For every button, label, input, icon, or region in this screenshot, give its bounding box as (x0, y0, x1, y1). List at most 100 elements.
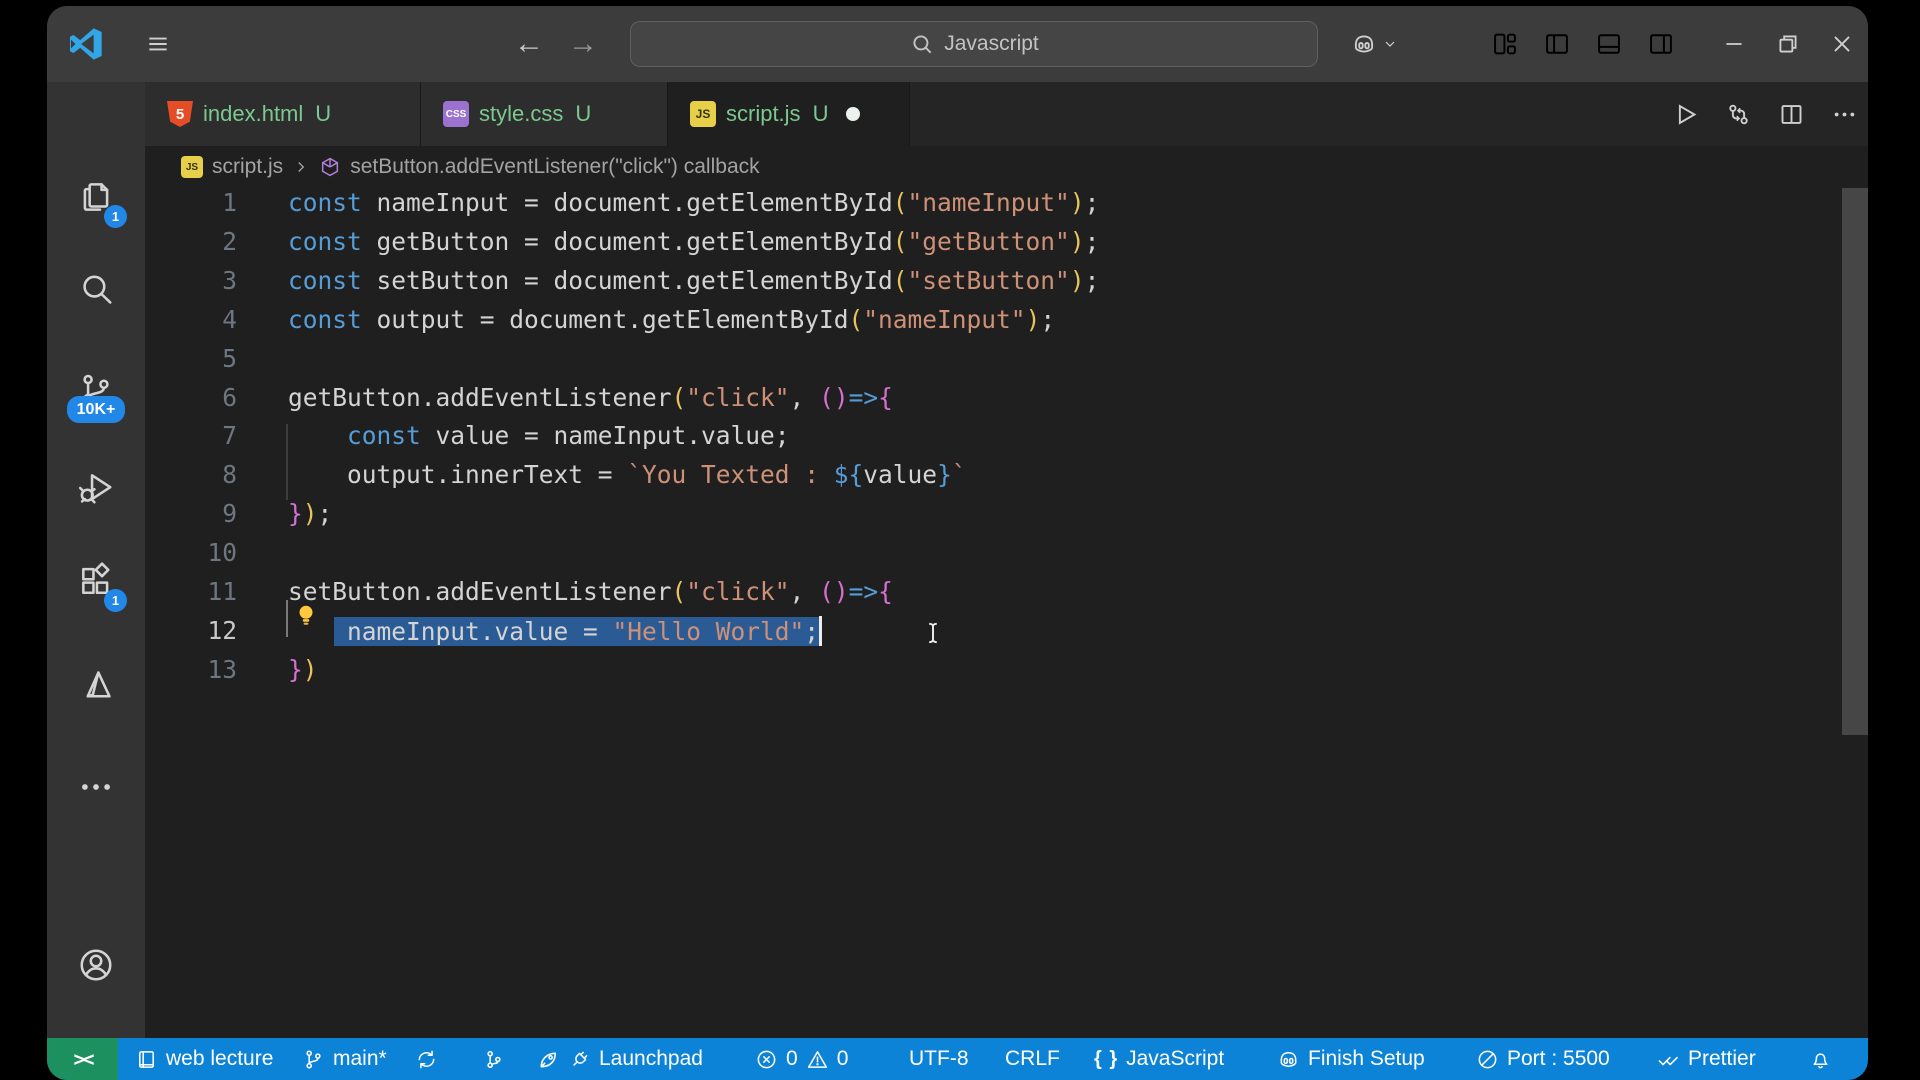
run-file-icon[interactable] (1672, 101, 1699, 128)
code-line[interactable]: 2 const getButton = document.getElementBy… (145, 227, 1868, 266)
activity-explorer[interactable]: 1 (47, 164, 145, 230)
status-notifications[interactable] (1809, 1038, 1832, 1080)
tab-label: style.css (479, 101, 564, 126)
toggle-primary-sidebar-icon[interactable] (1543, 30, 1571, 58)
open-changes-icon[interactable] (1725, 101, 1752, 128)
line-number[interactable]: 11 (145, 577, 237, 606)
line-number[interactable]: 4 (145, 305, 237, 334)
chevron-right-icon (298, 162, 305, 172)
js-file-icon: JS (181, 156, 203, 178)
status-label: JavaScript (1126, 1047, 1225, 1070)
circle-slash-icon (1476, 1048, 1499, 1071)
line-number[interactable]: 5 (145, 344, 237, 373)
split-editor-icon[interactable] (1778, 101, 1805, 128)
status-launchpad[interactable]: Launchpad (537, 1038, 703, 1080)
breadcrumb-file[interactable]: script.js (212, 155, 283, 179)
activity-run-and-debug[interactable] (47, 455, 145, 521)
command-center-search[interactable]: Javascript (630, 21, 1318, 67)
git-status-badge: U (812, 101, 829, 126)
vscode-window: ← → Javascript 110K+1⚙ 5index.htmlUCSSst… (47, 6, 1868, 1080)
title-bar: ← → Javascript (47, 6, 1868, 82)
code-text: getButton.addEventListener("click", ()=>… (288, 382, 893, 412)
status-prettier[interactable]: Prettier (1657, 1038, 1756, 1080)
line-number[interactable]: 6 (145, 383, 237, 412)
tab-style.css[interactable]: CSS style.css U (421, 82, 668, 146)
graph-icon (482, 1048, 505, 1071)
tab-strip: 5 index.html U CSS style.css U JS script.js U (145, 82, 1868, 146)
git-status-badge: U (315, 101, 332, 126)
code-line[interactable]: 7 const value = nameInput.value; (145, 421, 1868, 460)
html-file-icon: 5 (167, 101, 193, 127)
tab-index.html[interactable]: 5 index.html U (145, 82, 421, 146)
restore-button[interactable] (1767, 6, 1809, 82)
code-line[interactable]: 6 getButton.addEventListener("click", ()=… (145, 383, 1868, 422)
scrollbar-thumb[interactable] (1842, 188, 1868, 735)
line-number[interactable]: 2 (145, 227, 237, 256)
line-number[interactable]: 12 (145, 616, 237, 645)
code-text: output.innerText = `You Texted : ${value… (288, 460, 967, 490)
status-label: Launchpad (599, 1047, 703, 1070)
editor-actions (1672, 82, 1858, 146)
unsaved-dot[interactable] (846, 107, 861, 121)
status-encoding[interactable]: UTF-8 (909, 1038, 969, 1080)
lightbulb-icon[interactable] (293, 602, 319, 630)
line-number[interactable]: 10 (145, 538, 237, 567)
code-line[interactable]: 1 const nameInput = document.getElementBy… (145, 188, 1868, 227)
remote-indicator[interactable]: >< (47, 1038, 118, 1080)
code-line[interactable]: 10 (145, 538, 1868, 577)
scrollbar[interactable] (1842, 188, 1868, 1038)
status-copilot-setup[interactable]: Finish Setup (1277, 1038, 1425, 1080)
code-line[interactable]: 4 const output = document.getElementById(… (145, 305, 1868, 344)
close-button[interactable] (1821, 6, 1863, 82)
line-number[interactable]: 1 (145, 188, 237, 217)
activity-accounts[interactable] (47, 932, 145, 998)
toggle-secondary-sidebar-icon[interactable] (1647, 30, 1675, 58)
status-label: Port : 5500 (1507, 1047, 1610, 1070)
status-live-port[interactable]: Port : 5500 (1476, 1038, 1610, 1080)
status-language[interactable]: { } JavaScript (1094, 1038, 1224, 1080)
activity-prism-extension[interactable] (47, 653, 145, 719)
status-workspace[interactable]: web lecture (135, 1038, 273, 1080)
code-line[interactable]: 11 setButton.addEventListener("click", ()… (145, 577, 1868, 616)
toggle-panel-icon[interactable] (1595, 30, 1623, 58)
customize-layout-icon[interactable] (1491, 30, 1519, 58)
activity-source-control[interactable]: 10K+ (47, 356, 145, 423)
menu-icon[interactable] (135, 6, 181, 82)
js-file-icon: JS (690, 101, 716, 127)
line-number[interactable]: 3 (145, 266, 237, 295)
status-eol[interactable]: CRLF (1005, 1038, 1060, 1080)
code-line[interactable]: 3 const setButton = document.getElementBy… (145, 266, 1868, 305)
line-number[interactable]: 13 (145, 655, 237, 684)
line-number[interactable]: 8 (145, 460, 237, 489)
breadcrumb-symbol[interactable]: setButton.addEventListener("click") call… (350, 155, 759, 179)
activity-extensions[interactable]: 1 (47, 548, 145, 614)
activity-search[interactable] (47, 256, 145, 322)
more-icon (77, 768, 115, 806)
line-number[interactable]: 7 (145, 421, 237, 450)
code-line[interactable]: 5 (145, 344, 1868, 383)
forward-arrow-icon[interactable]: → (563, 6, 603, 82)
back-arrow-icon[interactable]: ← (509, 6, 549, 82)
activity-additional-views[interactable] (47, 754, 145, 820)
code-text: const output = document.getElementById("… (288, 304, 1056, 334)
code-line[interactable]: 8 output.innerText = `You Texted : ${val… (145, 460, 1868, 499)
warning-icon (806, 1048, 829, 1071)
status-problems[interactable]: 00 (755, 1038, 848, 1080)
status-bar: >< web lecture main* Launchpad 0 0 UTF-8 CRLF {… (47, 1038, 1868, 1080)
status-branch[interactable]: main* (302, 1038, 387, 1080)
code-line[interactable]: 12 nameInput.value = "Hello World"; (145, 615, 1868, 655)
code-line[interactable]: 13}) (145, 655, 1868, 694)
copilot-menu[interactable] (1343, 6, 1405, 82)
search-value: Javascript (944, 32, 1039, 55)
code-line[interactable]: 9}); (145, 499, 1868, 538)
tab-script.js[interactable]: JS script.js U (668, 82, 910, 146)
more-actions-icon[interactable] (1831, 101, 1858, 128)
debug-icon (77, 469, 115, 507)
text-selection: nameInput.value = "Hello World"; (334, 615, 823, 646)
minimize-button[interactable] (1713, 6, 1755, 82)
line-number[interactable]: 9 (145, 499, 237, 528)
status-graph[interactable] (482, 1038, 505, 1080)
code-editor[interactable]: 1 const nameInput = document.getElementBy… (145, 188, 1868, 1038)
status-label: 0 (786, 1047, 798, 1070)
status-sync[interactable] (415, 1038, 438, 1080)
